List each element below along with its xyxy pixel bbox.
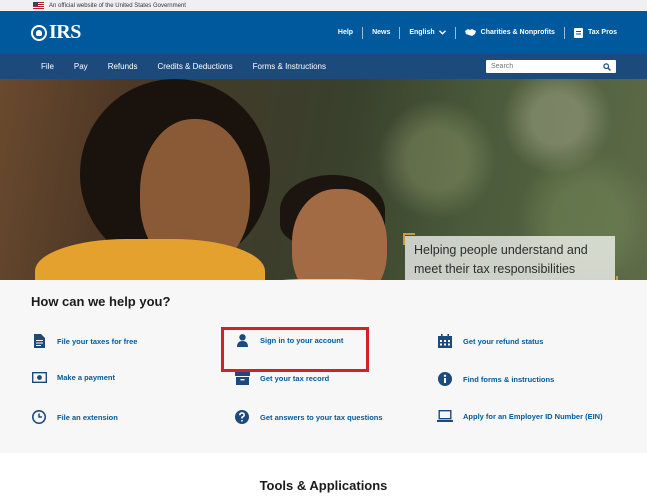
language-selector[interactable]: English xyxy=(409,29,446,36)
tax-questions-link[interactable]: Get answers to your tax questions xyxy=(234,410,383,424)
tax-pros-link[interactable]: Tax Pros xyxy=(573,27,617,38)
link-label: Make a payment xyxy=(57,373,115,382)
divider xyxy=(399,26,401,39)
find-forms-link[interactable]: Find forms & instructions xyxy=(437,372,554,386)
gov-banner: An official website of the United States… xyxy=(0,0,647,11)
help-links-grid: File your taxes for free Sign in to your… xyxy=(31,323,647,433)
briefcase-icon xyxy=(573,27,583,38)
eagle-icon xyxy=(31,24,47,41)
nav-item-credits-deductions[interactable]: Credits & Deductions xyxy=(157,62,232,71)
nav-item-refunds[interactable]: Refunds xyxy=(108,62,138,71)
highlight-box xyxy=(221,327,369,372)
hero-tagline: Helping people understand and meet their… xyxy=(403,233,618,280)
make-payment-link[interactable]: Make a payment xyxy=(31,372,115,383)
info-icon xyxy=(437,372,453,386)
chevron-down-icon xyxy=(438,30,446,35)
document-icon xyxy=(31,334,47,348)
laptop-icon xyxy=(437,410,453,422)
charities-label: Charities & Nonprofits xyxy=(480,29,555,36)
nav-item-pay[interactable]: Pay xyxy=(74,62,88,71)
apply-ein-link[interactable]: Apply for an Employer ID Number (EIN) xyxy=(437,410,603,422)
hero-banner: Helping people understand and meet their… xyxy=(0,79,647,280)
tax-pros-label: Tax Pros xyxy=(587,29,617,36)
nav-item-file[interactable]: File xyxy=(41,62,54,71)
nav-item-forms-instructions[interactable]: Forms & Instructions xyxy=(253,62,326,71)
language-label: English xyxy=(409,29,435,36)
logo-text: IRS xyxy=(49,21,81,43)
archive-box-icon xyxy=(234,372,250,385)
divider xyxy=(454,26,456,39)
refund-status-link[interactable]: Get your refund status xyxy=(437,334,543,348)
tax-record-link[interactable]: Get your tax record xyxy=(234,372,329,385)
hero-photo-woman-sweater xyxy=(35,239,265,280)
divider xyxy=(563,26,565,39)
search-input[interactable] xyxy=(491,63,603,70)
file-taxes-free-link[interactable]: File your taxes for free xyxy=(31,334,137,348)
link-label: File your taxes for free xyxy=(57,336,138,346)
divider xyxy=(362,26,364,39)
search-box xyxy=(486,60,616,73)
money-icon xyxy=(31,372,47,383)
news-link[interactable]: News xyxy=(372,29,390,36)
tools-section: Tools & Applications xyxy=(0,453,647,500)
clock-icon xyxy=(31,410,47,424)
link-label: Get answers to your tax questions xyxy=(260,412,383,422)
link-label: Apply for an Employer ID Number (EIN) xyxy=(463,411,603,421)
irs-logo[interactable]: IRS xyxy=(31,21,81,44)
calendar-icon xyxy=(437,334,453,348)
gov-banner-text: An official website of the United States… xyxy=(49,2,186,9)
corner-accent xyxy=(403,233,415,245)
tagline-line-2: meet their tax responsibilities xyxy=(414,262,576,276)
link-label: Find forms & instructions xyxy=(463,374,555,384)
charities-link[interactable]: Charities & Nonprofits xyxy=(464,28,555,37)
tools-title: Tools & Applications xyxy=(259,478,388,493)
link-label: File an extension xyxy=(57,412,118,422)
hero-photo-man-face xyxy=(292,189,387,280)
link-label: Get your refund status xyxy=(463,336,544,346)
search-icon[interactable] xyxy=(603,62,611,71)
main-nav: File Pay Refunds Credits & Deductions Fo… xyxy=(0,54,647,79)
help-section: How can we help you? File your taxes for… xyxy=(0,280,647,453)
us-flag-icon xyxy=(33,2,44,9)
handshake-icon xyxy=(464,28,476,37)
file-extension-link[interactable]: File an extension xyxy=(31,410,118,424)
help-title: How can we help you? xyxy=(31,294,171,309)
help-link[interactable]: Help xyxy=(338,29,353,36)
link-label: Get your tax record xyxy=(260,374,330,383)
tagline-line-1: Helping people understand and xyxy=(414,243,588,257)
question-icon xyxy=(234,410,250,424)
utility-nav: Help News English Charities & Nonprofits… xyxy=(338,26,617,39)
site-header: IRS Help News English Charities & Nonpro… xyxy=(0,11,647,54)
